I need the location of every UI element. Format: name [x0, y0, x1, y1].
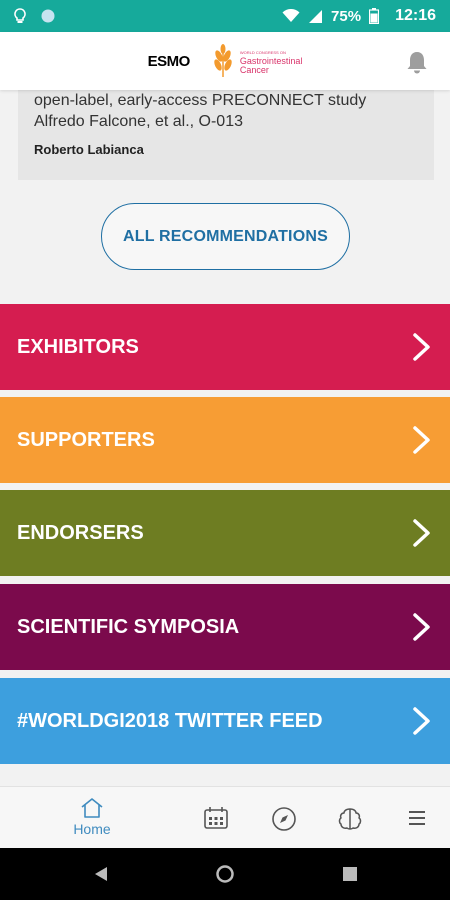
clock: 12:16: [395, 7, 436, 24]
nav-explore[interactable]: [271, 806, 297, 832]
menu-item-exhibitors[interactable]: EXHIBITORS: [0, 304, 450, 390]
card-abstract: open-label, early-access PRECONNECT stud…: [34, 92, 367, 130]
bell-icon[interactable]: [406, 50, 428, 74]
recommendation-card[interactable]: open-label, early-access PRECONNECT stud…: [18, 90, 434, 180]
circle-notification-icon: [41, 9, 55, 23]
back-icon[interactable]: [94, 866, 108, 882]
chevron-right-icon: [413, 707, 430, 735]
chevron-right-icon: [413, 426, 430, 454]
brain-icon: [338, 808, 362, 830]
chevron-right-icon: [413, 613, 430, 641]
lightbulb-icon: [14, 8, 26, 23]
bottom-nav: Home: [0, 786, 450, 848]
menu-item-label: SCIENTIFIC SYMPOSIA: [17, 615, 240, 638]
nav-brain[interactable]: [337, 806, 363, 832]
wifi-icon: [282, 9, 300, 22]
calendar-icon: [204, 807, 228, 829]
app-header: ESMO World Congress on Gastrointestinal …: [0, 32, 450, 90]
menu-item-label: SUPPORTERS: [17, 428, 155, 451]
battery-icon: [369, 8, 380, 24]
menu-item-supporters[interactable]: SUPPORTERS: [0, 397, 450, 483]
compass-icon: [272, 807, 296, 831]
nav-calendar[interactable]: [203, 806, 229, 830]
nav-home-label: Home: [73, 821, 111, 837]
congress-logo: ESMO World Congress on Gastrointestinal …: [147, 44, 303, 78]
menu-icon: [409, 811, 425, 825]
home-icon: [81, 798, 103, 818]
menu-item-endorsers[interactable]: ENDORSERS: [0, 490, 450, 576]
nav-more[interactable]: [407, 809, 427, 827]
menu-item-twitter-feed[interactable]: #WORLDGI2018 TWITTER FEED: [0, 678, 450, 764]
nav-home[interactable]: Home: [70, 797, 114, 837]
menu-item-label: ENDORSERS: [17, 521, 144, 544]
wheat-icon: [214, 44, 232, 77]
signal-icon: [309, 9, 323, 23]
battery-percent: 75%: [331, 7, 362, 25]
menu-item-scientific-symposia[interactable]: SCIENTIFIC SYMPOSIA: [0, 584, 450, 670]
chevron-right-icon: [413, 333, 430, 361]
chevron-right-icon: [413, 519, 430, 547]
menu-item-label: #WORLDGI2018 TWITTER FEED: [17, 709, 323, 732]
all-recommendations-button[interactable]: ALL RECOMMENDATIONS: [101, 203, 350, 270]
status-bar: 75% 12:16: [0, 0, 450, 32]
esmo-logo: ESMO: [147, 52, 191, 70]
congress-name: World Congress on Gastrointestinal Cance…: [239, 49, 303, 75]
recents-icon[interactable]: [343, 867, 357, 881]
home-circle-icon[interactable]: [215, 864, 235, 884]
card-author: Roberto Labianca: [34, 142, 144, 157]
android-nav-bar: [0, 848, 450, 900]
menu-item-label: EXHIBITORS: [17, 335, 139, 358]
